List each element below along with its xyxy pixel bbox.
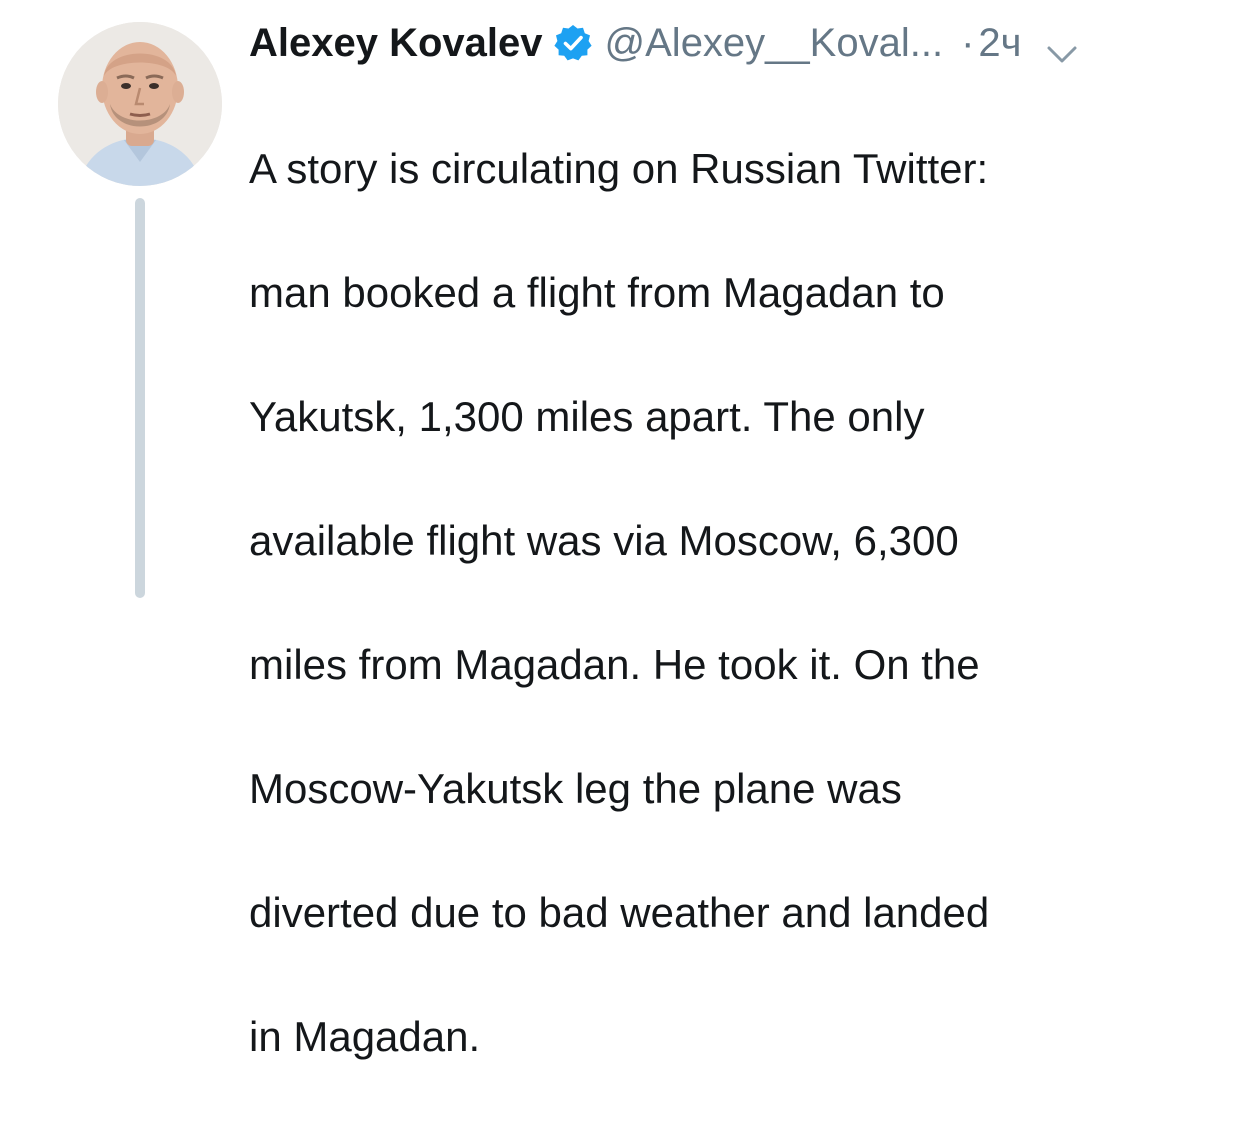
tweet-text-line: miles from Magadan. He took it. On the (249, 641, 980, 688)
verified-badge-icon (553, 23, 593, 63)
tweet-text-line: in Magadan. (249, 1013, 481, 1060)
tweet-text-line: diverted due to bad weather and landed (249, 889, 990, 936)
avatar[interactable] (58, 22, 222, 186)
tweet-text-line: A story is circulating on Russian Twitte… (249, 145, 989, 192)
header-separator: · (961, 21, 975, 65)
thread-connector-line (135, 198, 145, 598)
tweet[interactable]: Alexey Kovalev @Alexey__Koval... · 2ч A … (0, 0, 1239, 1060)
tweet-text-line: Yakutsk, 1,300 miles apart. The only (249, 393, 925, 440)
tweet-text: A story is circulating on Russian Twitte… (249, 76, 1209, 1130)
tweet-text-line: Moscow-Yakutsk leg the plane was (249, 765, 902, 812)
tweet-text-line: available flight was via Moscow, 6,300 (249, 517, 959, 564)
tweet-header: Alexey Kovalev @Alexey__Koval... · 2ч (249, 18, 1080, 68)
tweet-text-line: man booked a flight from Magadan to (249, 269, 945, 316)
author-handle[interactable]: @Alexey__Koval... (605, 18, 944, 68)
tweet-timestamp[interactable]: 2ч (978, 18, 1021, 68)
author-display-name[interactable]: Alexey Kovalev (249, 18, 543, 68)
chevron-down-icon[interactable] (1044, 30, 1080, 63)
avatar-image (58, 22, 222, 186)
